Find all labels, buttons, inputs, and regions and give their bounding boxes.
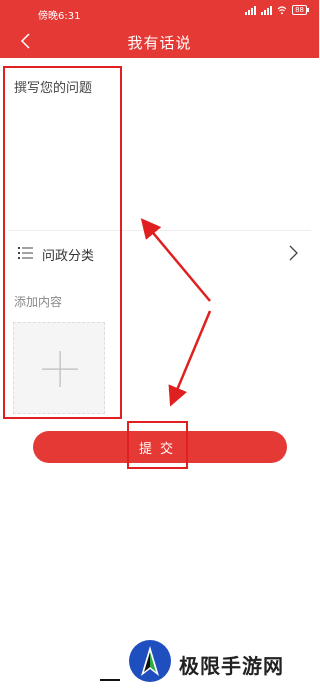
app-header: 我有话说 (0, 24, 319, 58)
add-image-button[interactable] (13, 322, 105, 414)
watermark-logo-icon (129, 640, 171, 682)
status-time: 傍晚6:31 (38, 11, 81, 22)
plus-icon (42, 351, 78, 387)
category-label: 问政分类 (42, 249, 95, 264)
status-icons: 88 (245, 5, 309, 15)
battery-icon: 88 (292, 5, 309, 15)
signal-icon (245, 5, 257, 15)
watermark-text: 极限手游网 (179, 654, 284, 678)
wifi-icon (277, 6, 287, 15)
status-bar: 傍晚6:31 88 (0, 0, 319, 24)
signal-icon-2 (261, 5, 273, 15)
question-input[interactable]: 撰写您的问题 (14, 77, 92, 96)
watermark: 极限手游网 (127, 638, 312, 684)
category-selector[interactable]: 问政分类 (0, 238, 319, 272)
arrow-to-submit (168, 310, 212, 407)
submit-button[interactable]: 提交 (33, 431, 287, 463)
chevron-right-icon (289, 245, 298, 261)
divider (8, 230, 311, 231)
page-title: 我有话说 (127, 34, 192, 52)
divider-mark (100, 679, 120, 681)
add-content-label: 添加内容 (14, 295, 63, 309)
list-icon (18, 247, 33, 259)
